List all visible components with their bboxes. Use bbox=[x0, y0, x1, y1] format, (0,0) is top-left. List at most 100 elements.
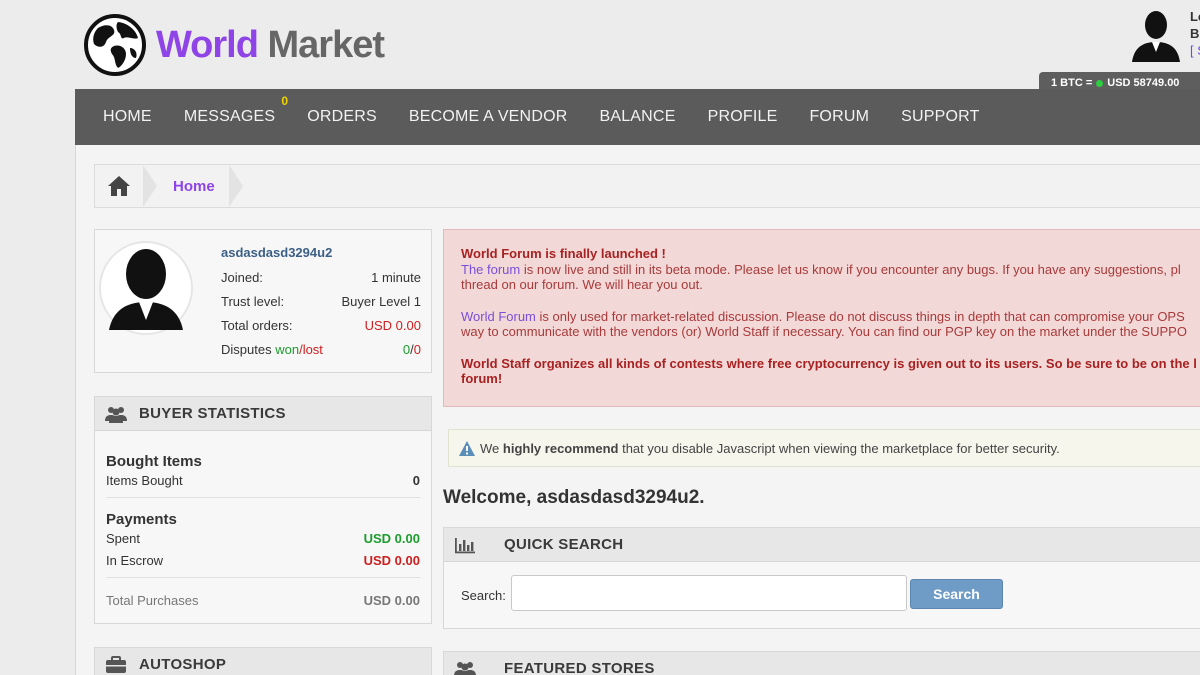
nav-messages[interactable]: MESSAGES 0 bbox=[168, 94, 291, 126]
buyer-statistics-header: BUYER STATISTICS bbox=[95, 397, 431, 431]
payments-heading: Payments bbox=[106, 511, 177, 528]
orders-value: USD 0.00 bbox=[364, 318, 421, 333]
autoshop-panel: AUTOSHOP bbox=[94, 647, 432, 675]
nav-balance[interactable]: BALANCE bbox=[583, 108, 691, 126]
bought-items-heading: Bought Items bbox=[106, 453, 202, 470]
search-input[interactable] bbox=[511, 575, 907, 611]
featured-stores-header: FEATURED STORES bbox=[444, 652, 1200, 675]
buyer-statistics-panel: BUYER STATISTICS Bought Items Items Boug… bbox=[94, 396, 432, 624]
items-bought-value: 0 bbox=[412, 473, 420, 488]
trust-value: Buyer Level 1 bbox=[341, 294, 422, 309]
escrow-row: In Escrow USD 0.00 bbox=[106, 553, 420, 568]
messages-count-badge: 0 bbox=[281, 94, 289, 108]
btc-status-dot bbox=[1096, 79, 1104, 87]
total-purchases-value: USD 0.00 bbox=[363, 593, 420, 608]
logo-text-market: Market bbox=[267, 24, 385, 66]
nav-profile[interactable]: PROFILE bbox=[692, 108, 794, 126]
nav-become-vendor[interactable]: BECOME A VENDOR bbox=[393, 108, 584, 126]
logo-text: World Market bbox=[156, 24, 385, 66]
featured-stores-title: FEATURED STORES bbox=[504, 660, 655, 675]
briefcase-icon bbox=[106, 655, 126, 673]
escrow-label: In Escrow bbox=[106, 553, 164, 568]
spent-row: Spent USD 0.00 bbox=[106, 531, 420, 546]
autoshop-header: AUTOSHOP bbox=[95, 648, 431, 675]
main-content: Home asdasdasd3294u2 Joined: 1 minute Tr… bbox=[75, 145, 1200, 675]
breadcrumb: Home bbox=[94, 164, 1200, 208]
user-avatar-icon bbox=[1131, 11, 1180, 62]
notice-bold: highly recommend bbox=[502, 440, 619, 456]
btc-value: USD 58749.00 bbox=[1107, 77, 1180, 89]
announcement-p1-cont: thread on our forum. We will hear you ou… bbox=[461, 277, 703, 292]
profile-card: asdasdasd3294u2 Joined: 1 minute Trust l… bbox=[94, 229, 432, 373]
profile-joined-row: Joined: 1 minute bbox=[221, 270, 421, 285]
breadcrumb-separator bbox=[143, 165, 157, 207]
users-icon bbox=[454, 661, 476, 675]
disputes-lost-value: 0 bbox=[413, 342, 421, 357]
nav-messages-label: MESSAGES bbox=[183, 108, 276, 125]
autoshop-title: AUTOSHOP bbox=[139, 656, 227, 673]
search-button[interactable]: Search bbox=[910, 579, 1003, 609]
announcement-p3-cont: forum! bbox=[461, 371, 503, 386]
notice-post: that you disable Javascript when viewing… bbox=[618, 440, 1060, 456]
featured-stores-panel: FEATURED STORES bbox=[443, 651, 1200, 675]
escrow-value: USD 0.00 bbox=[363, 553, 420, 568]
world-forum-link[interactable]: World Forum bbox=[461, 309, 536, 324]
disputes-won-label: won bbox=[275, 342, 300, 357]
nav-orders[interactable]: ORDERS bbox=[291, 108, 393, 126]
logo-text-world: World bbox=[156, 24, 259, 66]
quick-search-header: QUICK SEARCH bbox=[444, 528, 1200, 562]
trust-label: Trust level: bbox=[221, 294, 285, 309]
announcement-p2-cont: way to communicate with the vendors (or)… bbox=[461, 324, 1187, 339]
forum-announcement: World Forum is finally launched ! The fo… bbox=[443, 229, 1200, 407]
disputes-text: Disputes bbox=[221, 342, 272, 357]
profile-orders-row: Total orders: USD 0.00 bbox=[221, 318, 421, 333]
quick-search-panel: QUICK SEARCH Search: Search bbox=[443, 527, 1200, 629]
nav-home[interactable]: HOME bbox=[87, 108, 168, 126]
bar-chart-icon bbox=[455, 537, 475, 553]
quick-search-title: QUICK SEARCH bbox=[504, 536, 624, 553]
disputes-lost-label: lost bbox=[302, 342, 323, 357]
announcement-heading: World Forum is finally launched ! bbox=[461, 246, 666, 261]
joined-label: Joined: bbox=[221, 270, 263, 285]
divider bbox=[106, 577, 420, 578]
spent-label: Spent bbox=[106, 531, 140, 546]
orders-label: Total orders: bbox=[221, 318, 293, 333]
items-bought-row: Items Bought 0 bbox=[106, 473, 420, 488]
javascript-notice: We highly recommend that you disable Jav… bbox=[448, 429, 1200, 467]
profile-avatar-icon bbox=[99, 241, 193, 335]
announcement-p2: is only used for market-related discussi… bbox=[535, 308, 1185, 324]
announcement-p3: World Staff organizes all kinds of conte… bbox=[461, 355, 1197, 371]
spent-value: USD 0.00 bbox=[363, 531, 420, 546]
breadcrumb-separator bbox=[228, 165, 243, 207]
divider bbox=[106, 497, 420, 498]
profile-trust-row: Trust level: Buyer Level 1 bbox=[221, 294, 421, 309]
nav-forum[interactable]: FORUM bbox=[793, 108, 885, 126]
breadcrumb-home[interactable] bbox=[95, 165, 143, 207]
site-logo[interactable]: World Market bbox=[84, 14, 385, 76]
warning-icon bbox=[459, 440, 475, 456]
users-icon bbox=[105, 406, 127, 423]
user-line-1: Lo bbox=[1189, 9, 1200, 24]
globe-icon bbox=[84, 14, 146, 76]
items-bought-label: Items Bought bbox=[106, 473, 183, 488]
nav-support[interactable]: SUPPORT bbox=[885, 108, 995, 126]
btc-label: 1 BTC = bbox=[1051, 77, 1093, 89]
user-line-2: B bbox=[1189, 26, 1200, 41]
disputes-label: Disputes won/lost bbox=[221, 342, 323, 357]
total-purchases-row: Total Purchases USD 0.00 bbox=[106, 593, 420, 608]
profile-disputes-row: Disputes won/lost 0/0 bbox=[221, 342, 421, 357]
announcement-p1: is now live and still in its beta mode. … bbox=[520, 261, 1181, 277]
joined-value: 1 minute bbox=[371, 270, 421, 285]
home-icon bbox=[108, 176, 130, 196]
search-label: Search: bbox=[461, 588, 506, 603]
notice-pre: We bbox=[480, 440, 503, 456]
the-forum-link[interactable]: The forum bbox=[461, 262, 520, 277]
main-nav: HOME MESSAGES 0 ORDERS BECOME A VENDOR B… bbox=[75, 89, 1200, 145]
header-user-area: Lo B [ S bbox=[1130, 8, 1200, 62]
profile-username[interactable]: asdasdasd3294u2 bbox=[221, 245, 332, 260]
notice-text: We highly recommend that you disable Jav… bbox=[480, 441, 1060, 456]
user-link[interactable]: [ S bbox=[1190, 42, 1200, 59]
breadcrumb-current[interactable]: Home bbox=[157, 178, 229, 195]
total-purchases-label: Total Purchases bbox=[106, 593, 199, 608]
buyer-statistics-title: BUYER STATISTICS bbox=[139, 405, 286, 422]
